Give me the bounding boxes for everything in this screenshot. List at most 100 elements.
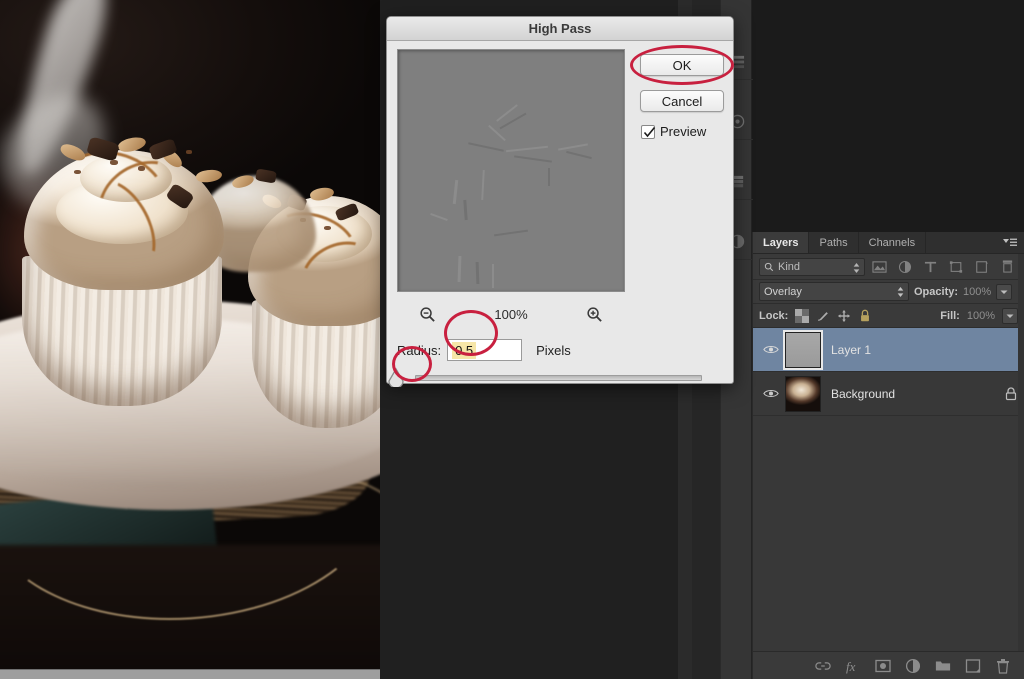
radius-units-label: Pixels [536,342,571,358]
new-adjustment-layer-icon[interactable] [905,658,921,674]
sprinkle [324,226,331,230]
filter-preview[interactable] [397,49,625,292]
tab-layers-label: Layers [763,236,799,249]
preview-edge [468,142,504,152]
cancel-button[interactable]: Cancel [640,90,724,112]
preview-edge [514,155,552,163]
sprinkle [138,166,145,171]
new-layer-icon[interactable] [965,658,981,674]
layer-row-layer-1[interactable]: Layer 1 [753,328,1024,372]
delete-layer-icon[interactable] [995,658,1011,674]
preview-edge [452,179,459,205]
document-canvas[interactable] [0,0,380,679]
layer-thumbnail[interactable] [783,329,823,370]
preview-edge [494,229,528,237]
filter-smart-objects-button[interactable] [971,257,993,276]
preview-checkbox[interactable] [641,124,656,139]
layer-style-fx-icon[interactable]: fx [845,658,861,674]
eye-icon [763,345,779,354]
add-layer-mask-icon[interactable] [875,658,891,674]
layer-visibility-toggle[interactable] [757,388,785,399]
chevron-updown-icon [897,287,904,297]
sprinkle [186,150,192,154]
preview-zoom-controls[interactable]: 100% [397,302,625,326]
fill-label: Fill: [940,309,960,322]
filter-toggle-icon [1002,260,1012,273]
filter-type-layers-button[interactable] [920,257,942,276]
cupcake-photograph [0,0,380,679]
layer-filter-row[interactable]: Kind [753,254,1024,280]
zoom-in-icon[interactable] [586,306,603,323]
ok-button-label: OK [672,57,692,73]
radius-value[interactable]: 0.5 [452,341,477,359]
new-group-icon[interactable] [935,658,951,674]
layer-thumbnail[interactable] [785,375,821,412]
opacity-stepper[interactable] [996,283,1013,300]
preview-zoom-level: 100% [494,306,528,322]
blend-mode-value: Overlay [764,285,802,298]
filter-toggle-button[interactable] [996,257,1018,276]
preview-checkbox-row[interactable]: Preview [641,124,706,139]
radius-control-row[interactable]: Radius: 0.5 Pixels [397,337,697,363]
shape-layer-filter-icon [950,260,963,273]
preview-edge [457,255,462,283]
preview-edge [430,212,448,222]
preview-edge [492,264,494,288]
dialog-titlebar[interactable]: High Pass [387,17,733,41]
filter-pixel-layers-button[interactable] [869,257,891,276]
blend-mode-row[interactable]: Overlay Opacity: 100% [753,280,1024,304]
opacity-label: Opacity: [914,285,959,298]
radius-input[interactable]: 0.5 [447,339,523,361]
zoom-out-icon[interactable] [419,306,436,323]
filter-adjustment-layers-button[interactable] [894,257,916,276]
filter-shape-layers-button[interactable] [945,257,967,276]
checkmark-icon [643,126,656,137]
photoshop-window: Layers Paths Channels Kind Overlay Opaci… [0,0,1024,679]
radius-slider-track[interactable] [415,375,702,381]
pixel-layer-filter-icon [872,260,887,273]
filter-kind-select[interactable]: Kind [759,257,865,276]
layers-scrollbar[interactable] [1018,254,1024,651]
layers-panel[interactable]: Layers Paths Channels Kind Overlay Opaci… [752,232,1024,679]
blend-mode-select[interactable]: Overlay [759,282,909,301]
fill-stepper[interactable] [1002,307,1018,324]
layer-visibility-toggle[interactable] [757,344,785,355]
layer-name-label[interactable]: Background [831,387,998,401]
tab-channels[interactable]: Channels [859,232,927,253]
lock-all-icon[interactable] [858,309,872,323]
svg-text:fx: fx [846,659,856,674]
lock-position-icon[interactable] [837,309,851,323]
lock-icon [1005,386,1017,400]
tab-paths-label: Paths [819,236,848,249]
preview-edge [463,199,468,221]
link-layers-icon[interactable] [815,658,831,674]
canvas-status-bar [0,669,380,679]
layer-row-background[interactable]: Background [753,372,1024,416]
type-layer-filter-icon [925,261,937,272]
search-icon [764,262,774,271]
layers-panel-toolbar[interactable]: fx [753,651,1024,679]
tab-paths[interactable]: Paths [809,232,859,253]
preview-edge [548,168,550,186]
sprinkle [110,160,118,165]
preview-edge [566,150,592,160]
layer-list[interactable]: Layer 1 Background [753,328,1024,416]
tab-channels-label: Channels [868,236,916,249]
dialog-title: High Pass [528,21,592,36]
ok-button[interactable]: OK [640,54,724,76]
lock-image-pixels-icon[interactable] [816,309,830,323]
chevron-updown-icon [853,262,860,273]
preview-edge [506,145,548,153]
panel-menu-icon[interactable] [1002,237,1018,249]
eye-icon [763,389,779,398]
layer-name-label[interactable]: Layer 1 [831,343,998,357]
tab-layers[interactable]: Layers [753,232,810,253]
fill-value[interactable]: 100% [967,310,995,322]
radius-slider-handle[interactable] [387,367,405,387]
chevron-down-icon [1000,290,1008,294]
panel-tab-bar[interactable]: Layers Paths Channels [753,232,1024,254]
lock-transparent-pixels-icon[interactable] [795,308,810,323]
opacity-value[interactable]: 100% [963,286,991,298]
cancel-button-label: Cancel [661,93,703,109]
lock-row[interactable]: Lock: Fill: 100% [753,304,1024,328]
